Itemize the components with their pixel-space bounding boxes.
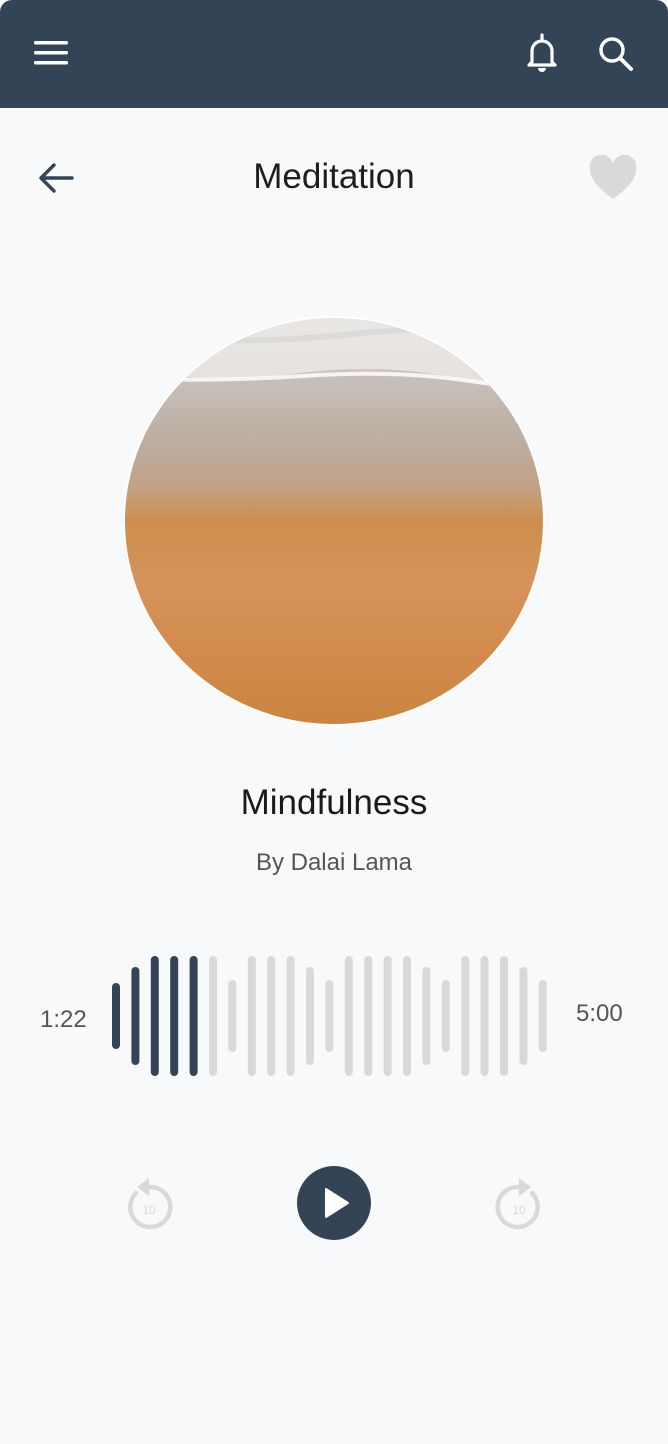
waveform-bar [364, 956, 373, 1076]
waveform-bar [538, 980, 547, 1052]
search-icon [599, 37, 633, 71]
waveform-bar [228, 980, 237, 1052]
rewind-10-icon: 10 [128, 1178, 173, 1230]
search-button[interactable] [596, 34, 636, 74]
play-icon [325, 1188, 349, 1218]
play-button[interactable] [297, 1166, 371, 1240]
bell-icon [527, 33, 557, 72]
waveform-bar [383, 956, 392, 1076]
waveform-bar [131, 967, 140, 1065]
waveform-bar [286, 956, 295, 1076]
waveform-bar [441, 980, 450, 1052]
track-cover-image [123, 316, 545, 726]
waveform-bar [306, 967, 314, 1065]
waveform-bar [209, 956, 217, 1076]
waveform-bar [344, 956, 353, 1076]
skip-back-button[interactable]: 10 [122, 1175, 176, 1231]
waveform-bar [267, 956, 276, 1076]
waveform-bar [500, 956, 508, 1076]
menu-button[interactable] [34, 38, 70, 68]
total-duration: 5:00 [576, 1000, 623, 1027]
elapsed-time: 1:22 [40, 1006, 87, 1033]
waveform-bar [112, 983, 120, 1049]
waveform-bar [325, 980, 334, 1052]
track-author: By Dalai Lama [255, 849, 413, 876]
waveform-bar [519, 967, 528, 1065]
skip-forward-label: 10 [512, 1203, 526, 1217]
waveform-bar [150, 956, 159, 1076]
waveform-progress-bar[interactable] [100, 950, 570, 1082]
skip-back-label: 10 [142, 1203, 156, 1217]
track-title: Mindfulness [240, 783, 428, 822]
waveform-bar [461, 956, 470, 1076]
waveform-bar [247, 956, 256, 1076]
waveform-bar [170, 956, 179, 1076]
notifications-button[interactable] [522, 32, 562, 74]
waveform-bar [422, 967, 431, 1065]
favorite-button[interactable] [587, 154, 639, 202]
heart-icon [589, 154, 637, 199]
menu-icon [34, 41, 68, 65]
skip-forward-button[interactable]: 10 [492, 1175, 546, 1231]
page-title: Meditation [253, 157, 415, 196]
forward-10-icon: 10 [495, 1178, 540, 1230]
app-header [0, 0, 668, 108]
waveform-bar [403, 956, 411, 1076]
waveform-bar [189, 956, 198, 1076]
waveform-bar [480, 956, 489, 1076]
